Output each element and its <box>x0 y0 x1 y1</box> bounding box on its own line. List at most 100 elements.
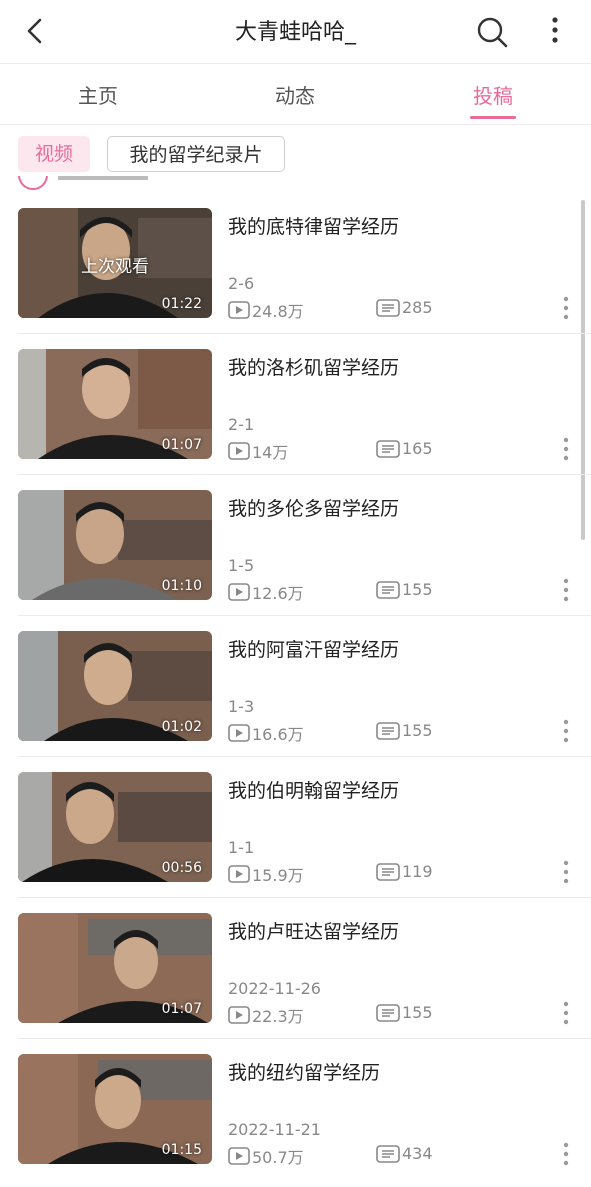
danmaku-count-value: 434 <box>402 1144 433 1163</box>
danmaku-icon <box>376 439 400 458</box>
danmaku-count: 155 <box>376 721 433 740</box>
tab-submissions[interactable]: 投稿 <box>433 80 553 109</box>
view-count-value: 12.6万 <box>252 584 304 603</box>
play-count-icon <box>228 1147 250 1165</box>
video-item[interactable]: 01:15 我的纽约留学经历 2022-11-21 50.7万 434 <box>0 1046 591 1187</box>
filter-chip-collection[interactable]: 我的留学纪录片 <box>107 136 285 172</box>
video-item[interactable]: 01:10 我的多伦多留学经历 1-5 12.6万 155 <box>0 482 591 623</box>
danmaku-count: 285 <box>376 298 433 317</box>
video-duration: 00:56 <box>161 860 202 876</box>
danmaku-icon <box>376 580 400 599</box>
danmaku-icon <box>376 1144 400 1163</box>
item-more-button[interactable] <box>558 435 574 463</box>
video-date: 1-3 <box>228 697 255 716</box>
video-date: 2-6 <box>228 274 255 293</box>
active-tab-indicator <box>470 116 516 119</box>
more-vertical-icon <box>563 860 569 884</box>
video-item[interactable]: 01:07 我的洛杉矶留学经历 2-1 14万 165 <box>0 341 591 482</box>
video-item[interactable]: 01:07 我的卢旺达留学经历 2022-11-26 22.3万 155 <box>0 905 591 1046</box>
video-title: 我的多伦多留学经历 <box>228 498 400 520</box>
danmaku-count: 155 <box>376 1003 433 1022</box>
video-thumbnail: 01:07 <box>18 349 212 459</box>
view-count-value: 14万 <box>252 443 289 462</box>
danmaku-count-value: 285 <box>402 298 433 317</box>
danmaku-count: 119 <box>376 862 433 881</box>
more-vertical-icon <box>563 1001 569 1025</box>
item-more-button[interactable] <box>558 576 574 604</box>
more-vertical-icon <box>563 437 569 461</box>
view-count: 14万 <box>228 439 288 463</box>
divider <box>18 1038 591 1039</box>
video-thumbnail: 00:56 <box>18 772 212 882</box>
clipped-row-text <box>58 176 148 188</box>
video-date: 2-1 <box>228 415 255 434</box>
tab-dynamics[interactable]: 动态 <box>235 80 355 109</box>
danmaku-icon <box>376 862 400 881</box>
divider <box>18 615 591 616</box>
item-more-button[interactable] <box>558 858 574 886</box>
view-count: 22.3万 <box>228 1003 304 1027</box>
play-count-icon <box>228 1006 250 1024</box>
video-thumbnail: 01:07 <box>18 913 212 1023</box>
play-count-icon <box>228 865 250 883</box>
video-item[interactable]: 上次观看 01:22 我的底特律留学经历 2-6 24.8万 285 <box>0 200 591 341</box>
video-date: 2022-11-26 <box>228 979 321 998</box>
more-vertical-icon <box>563 296 569 320</box>
danmaku-count: 165 <box>376 439 433 458</box>
divider <box>18 897 591 898</box>
divider <box>18 333 591 334</box>
play-count-icon <box>228 442 250 460</box>
video-thumbnail: 01:10 <box>18 490 212 600</box>
danmaku-count-value: 155 <box>402 721 433 740</box>
video-title: 我的伯明翰留学经历 <box>228 780 400 802</box>
more-vertical-icon <box>563 1142 569 1166</box>
video-date: 1-5 <box>228 556 255 575</box>
danmaku-icon <box>376 298 400 317</box>
video-item[interactable]: 00:56 我的伯明翰留学经历 1-1 15.9万 119 <box>0 764 591 905</box>
play-count-icon <box>228 583 250 601</box>
divider <box>0 124 591 125</box>
video-title: 我的纽约留学经历 <box>228 1062 381 1084</box>
clipped-row-icon <box>18 176 48 190</box>
tab-home[interactable]: 主页 <box>38 80 158 109</box>
video-title: 我的阿富汗留学经历 <box>228 639 400 661</box>
item-more-button[interactable] <box>558 999 574 1027</box>
danmaku-count-value: 155 <box>402 1003 433 1022</box>
more-vertical-icon <box>552 17 558 43</box>
video-duration: 01:22 <box>161 296 202 312</box>
view-count-value: 16.6万 <box>252 725 304 744</box>
danmaku-count: 434 <box>376 1144 433 1163</box>
more-options-button[interactable] <box>540 14 570 48</box>
filter-chip-video[interactable]: 视频 <box>18 136 90 172</box>
more-vertical-icon <box>563 578 569 602</box>
video-thumbnail: 01:15 <box>18 1054 212 1164</box>
video-duration: 01:07 <box>161 1001 202 1017</box>
tab-bar: 主页 动态 投稿 <box>0 64 591 124</box>
divider <box>18 474 591 475</box>
video-duration: 01:15 <box>161 1142 202 1158</box>
item-more-button[interactable] <box>558 294 574 322</box>
search-button[interactable] <box>474 14 510 50</box>
item-more-button[interactable] <box>558 717 574 745</box>
play-count-icon <box>228 301 250 319</box>
view-count-value: 22.3万 <box>252 1007 304 1026</box>
video-thumbnail: 上次观看 01:22 <box>18 208 212 318</box>
video-title: 我的卢旺达留学经历 <box>228 921 400 943</box>
video-item[interactable]: 01:02 我的阿富汗留学经历 1-3 16.6万 155 <box>0 623 591 764</box>
divider <box>18 756 591 757</box>
filter-chips: 视频 我的留学纪录片 <box>0 126 591 182</box>
item-more-button[interactable] <box>558 1140 574 1168</box>
danmaku-count-value: 165 <box>402 439 433 458</box>
view-count: 50.7万 <box>228 1144 304 1168</box>
danmaku-count-value: 155 <box>402 580 433 599</box>
view-count: 16.6万 <box>228 721 304 745</box>
view-count-value: 24.8万 <box>252 302 304 321</box>
video-title: 我的洛杉矶留学经历 <box>228 357 400 379</box>
video-duration: 01:07 <box>161 437 202 453</box>
view-count-value: 50.7万 <box>252 1148 304 1167</box>
danmaku-count: 155 <box>376 580 433 599</box>
view-count: 15.9万 <box>228 862 304 886</box>
video-thumbnail: 01:02 <box>18 631 212 741</box>
view-count: 24.8万 <box>228 298 304 322</box>
danmaku-icon <box>376 721 400 740</box>
